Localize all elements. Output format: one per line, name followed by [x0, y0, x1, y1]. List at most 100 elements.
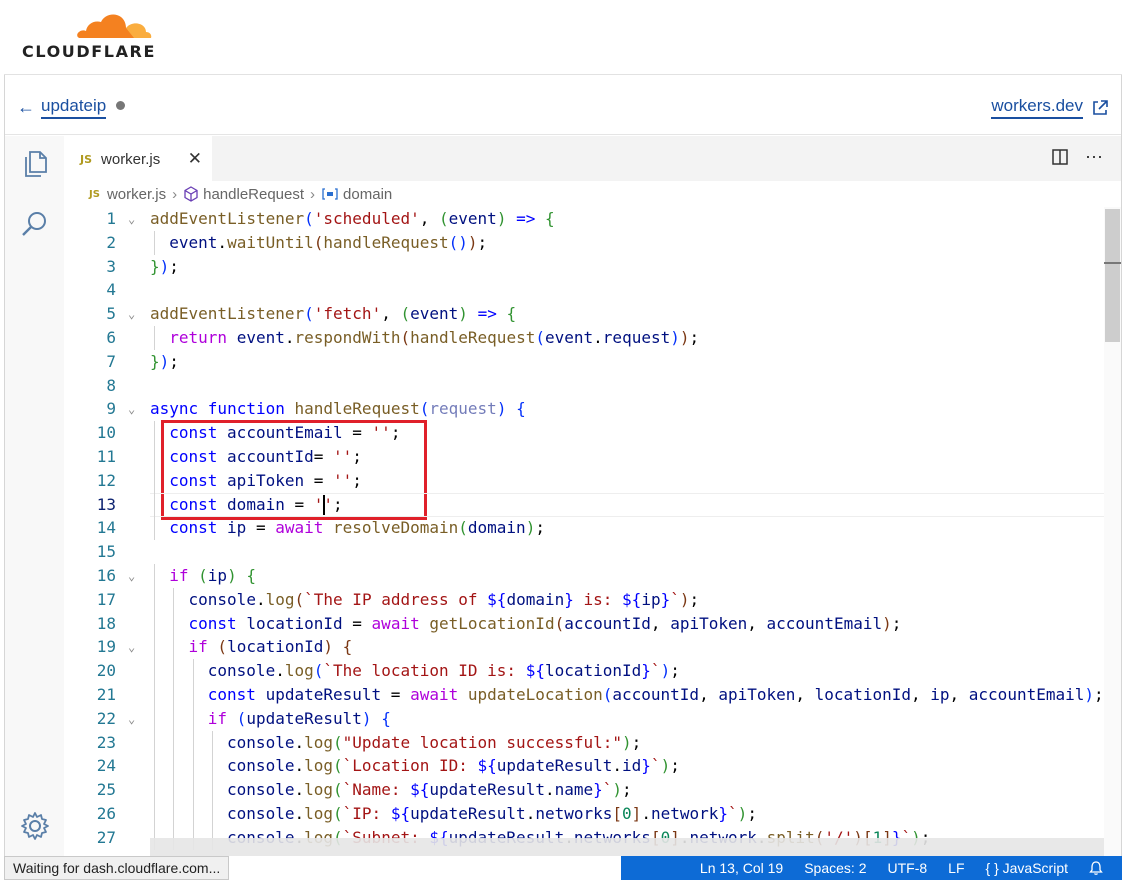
indent-guide [192, 706, 194, 731]
line-number: 21 [96, 685, 116, 704]
fold-chevron-icon[interactable]: ⌄ [128, 564, 135, 588]
code-line[interactable]: 11 const accountId= ''; [64, 445, 1104, 469]
fold-chevron-icon[interactable]: ⌄ [128, 707, 135, 731]
indentation[interactable]: Spaces: 2 [804, 860, 866, 876]
workers-dev-link[interactable]: workers.dev [991, 96, 1109, 119]
code-editor[interactable]: 1 ⌄ addEventListener('scheduled', (event) … [64, 207, 1104, 856]
code-text[interactable]: }); [150, 255, 179, 279]
code-text[interactable]: console.log(`The IP address of ${domain}… [189, 588, 700, 612]
indent-guide [154, 706, 155, 731]
code-line[interactable]: 26 console.log(`IP: ${updateResult.networ… [64, 802, 1104, 826]
code-line[interactable]: 17 console.log(`The IP address of ${domai… [64, 587, 1104, 612]
gear-icon[interactable] [19, 810, 51, 842]
line-number: 7 [106, 351, 116, 371]
breadcrumb-file[interactable]: worker.js [107, 186, 166, 203]
code-line[interactable]: 13 const domain = ''; [64, 492, 1104, 517]
code-text[interactable]: const updateResult = await updateLocatio… [208, 683, 1104, 707]
back-link[interactable]: ← updateip [17, 96, 126, 119]
tab-bar: JS worker.js ✕ ⋯ [64, 136, 1121, 181]
code-text[interactable]: const accountId= ''; [169, 445, 362, 469]
files-icon[interactable] [19, 148, 51, 180]
code-line[interactable]: 19 ⌄ if (locationId) { [64, 635, 1104, 660]
code-line[interactable]: 21 const updateResult = await updateLocat… [64, 683, 1104, 707]
worker-name[interactable]: updateip [41, 96, 107, 119]
code-line[interactable]: 16 ⌄ if (ip) { [64, 564, 1104, 588]
tab-label[interactable]: worker.js [101, 151, 160, 168]
fold-chevron-icon[interactable]: ⌄ [128, 397, 135, 421]
horizontal-scrollbar[interactable] [150, 838, 1104, 856]
code-line[interactable]: 24 console.log(`Location ID: ${updateResu… [64, 754, 1104, 779]
fold-chevron-icon[interactable]: ⌄ [128, 207, 135, 231]
code-text[interactable]: const locationId = await getLocationId(a… [189, 612, 902, 636]
workers-dev-label[interactable]: workers.dev [991, 96, 1083, 119]
encoding[interactable]: UTF-8 [887, 860, 927, 876]
indent-guide [173, 754, 175, 779]
fold-chevron-icon[interactable]: ⌄ [128, 302, 135, 326]
code-text[interactable]: if (updateResult) { [208, 707, 391, 731]
cloudflare-logo[interactable]: CLOUDFLARE [22, 8, 162, 64]
cursor-position[interactable]: Ln 13, Col 19 [700, 860, 783, 876]
indent-guide [154, 564, 155, 588]
breadcrumb-function[interactable]: handleRequest [203, 186, 304, 203]
line-number: 24 [96, 756, 116, 776]
code-line[interactable]: 15 [64, 540, 1104, 564]
line-number: 1 [106, 209, 116, 228]
code-line[interactable]: 7}); [64, 350, 1104, 374]
code-text[interactable]: const apiToken = ''; [169, 469, 362, 493]
code-text[interactable]: return event.respondWith(handleRequest(e… [169, 326, 699, 350]
indent-guide [192, 659, 194, 684]
code-text[interactable]: }); [150, 350, 179, 374]
code-line[interactable]: 20 console.log(`The location ID is: ${loc… [64, 659, 1104, 684]
code-text[interactable]: const domain = ''; [169, 493, 342, 517]
code-line[interactable]: 23 console.log("Update location successfu… [64, 730, 1104, 755]
code-line[interactable]: 22 ⌄ if (updateResult) { [64, 706, 1104, 731]
code-text[interactable]: if (ip) { [169, 564, 256, 588]
code-line[interactable]: 4 [64, 278, 1104, 302]
tab-worker-js[interactable]: JS worker.js ✕ [64, 136, 212, 181]
code-text[interactable]: const accountEmail = ''; [169, 421, 400, 445]
cloud-icon [77, 14, 152, 38]
line-number: 6 [106, 328, 116, 347]
close-icon[interactable]: ✕ [188, 149, 202, 169]
line-number: 19 [96, 637, 116, 657]
code-text[interactable]: console.log(`IP: ${updateResult.networks… [227, 802, 757, 826]
scrollbar-thumb[interactable] [1105, 209, 1120, 342]
external-link-icon[interactable] [1091, 99, 1109, 117]
end-of-line[interactable]: LF [948, 860, 964, 876]
language-mode[interactable]: { } JavaScript [986, 860, 1069, 876]
code-line[interactable]: 8 [64, 374, 1104, 398]
indent-guide [154, 802, 155, 826]
code-line[interactable]: 25 console.log(`Name: ${updateResult.name… [64, 778, 1104, 803]
line-number: 11 [96, 447, 116, 466]
more-actions-icon[interactable]: ⋯ [1085, 148, 1103, 166]
code-text[interactable]: console.log(`The location ID is: ${locat… [208, 659, 680, 683]
fold-chevron-icon[interactable]: ⌄ [128, 635, 135, 659]
code-line[interactable]: 1 ⌄ addEventListener('scheduled', (event) … [64, 207, 1104, 231]
vertical-scrollbar[interactable] [1104, 207, 1121, 856]
code-text[interactable]: console.log(`Location ID: ${updateResult… [227, 754, 680, 778]
code-text[interactable]: console.log("Update location successful:… [227, 731, 641, 755]
code-text[interactable]: addEventListener('fetch', (event) => { [150, 302, 516, 326]
code-line[interactable]: 6 return event.respondWith(handleRequest(… [64, 326, 1104, 350]
breadcrumb-variable[interactable]: domain [343, 186, 392, 203]
code-line[interactable]: 12 const apiToken = ''; [64, 468, 1104, 493]
code-text[interactable]: const ip = await resolveDomain(domain); [169, 516, 545, 540]
split-editor-icon[interactable] [1051, 148, 1069, 166]
search-icon[interactable] [19, 208, 51, 240]
bell-icon[interactable] [1088, 860, 1104, 876]
js-file-icon: JS [89, 188, 100, 200]
code-line[interactable]: 3}); [64, 255, 1104, 279]
code-text[interactable]: async function handleRequest(request) { [150, 397, 526, 421]
code-line[interactable]: 2 event.waitUntil(handleRequest()); [64, 230, 1104, 255]
code-text[interactable]: event.waitUntil(handleRequest()); [169, 231, 487, 255]
code-text[interactable]: console.log(`Name: ${updateResult.name}`… [227, 778, 632, 802]
code-line[interactable]: 14 const ip = await resolveDomain(domain)… [64, 516, 1104, 541]
code-line[interactable]: 9 ⌄ async function handleRequest(request) … [64, 397, 1104, 421]
code-line[interactable]: 18 const locationId = await getLocationId… [64, 611, 1104, 636]
code-text[interactable]: addEventListener('scheduled', (event) =>… [150, 207, 555, 231]
line-number: 23 [96, 732, 116, 752]
indent-guide [154, 326, 155, 350]
code-text[interactable]: if (locationId) { [189, 635, 353, 659]
code-line[interactable]: 5 ⌄ addEventListener('fetch', (event) => { [64, 302, 1104, 326]
code-line[interactable]: 10 const accountEmail = ''; [64, 421, 1104, 446]
